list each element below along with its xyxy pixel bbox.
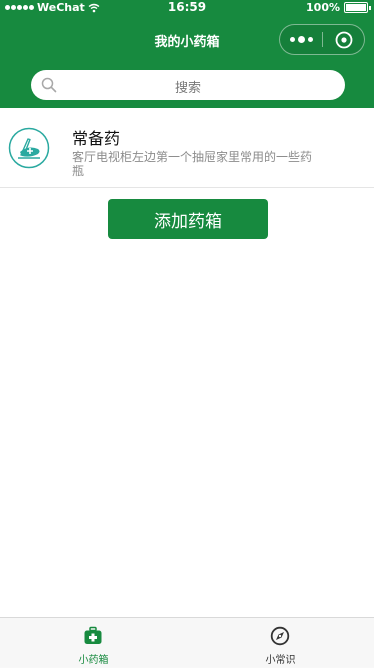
menu-capsule xyxy=(279,24,365,55)
kit-description: 客厅电视柜左边第一个抽屉家里常用的一些药瓶 xyxy=(72,150,313,178)
close-button[interactable] xyxy=(323,25,365,54)
search-placeholder: 搜索 xyxy=(174,81,201,96)
search-bar[interactable]: 搜索 xyxy=(31,70,345,100)
tab-knowledge[interactable]: 小常识 xyxy=(187,618,374,668)
tab-label: 小药箱 xyxy=(78,655,109,666)
header: WeChat 16:59 100% 我的小药箱 搜索 xyxy=(0,0,374,108)
battery-icon xyxy=(344,2,371,13)
kit-list: 常备药 客厅电视柜左边第一个抽屉家里常用的一些药瓶 xyxy=(0,108,374,188)
tab-bar: 小药箱 小常识 xyxy=(0,617,374,667)
tab-medicine-box[interactable]: 小药箱 xyxy=(0,618,187,668)
compass-icon xyxy=(270,626,290,646)
battery-percent: 100% xyxy=(306,1,340,14)
more-button[interactable] xyxy=(280,25,322,54)
add-section: 添加药箱 xyxy=(0,188,374,617)
tab-label: 小常识 xyxy=(265,655,296,666)
list-item[interactable]: 常备药 客厅电视柜左边第一个抽屉家里常用的一些药瓶 xyxy=(0,108,374,188)
medicine-kit-icon xyxy=(8,127,50,169)
status-right: 100% xyxy=(306,1,371,14)
close-icon xyxy=(335,31,353,48)
kit-name: 常备药 xyxy=(72,129,121,148)
medicine-box-icon xyxy=(84,626,102,644)
add-kit-button[interactable]: 添加药箱 xyxy=(108,199,268,239)
status-bar: WeChat 16:59 100% xyxy=(0,0,374,18)
